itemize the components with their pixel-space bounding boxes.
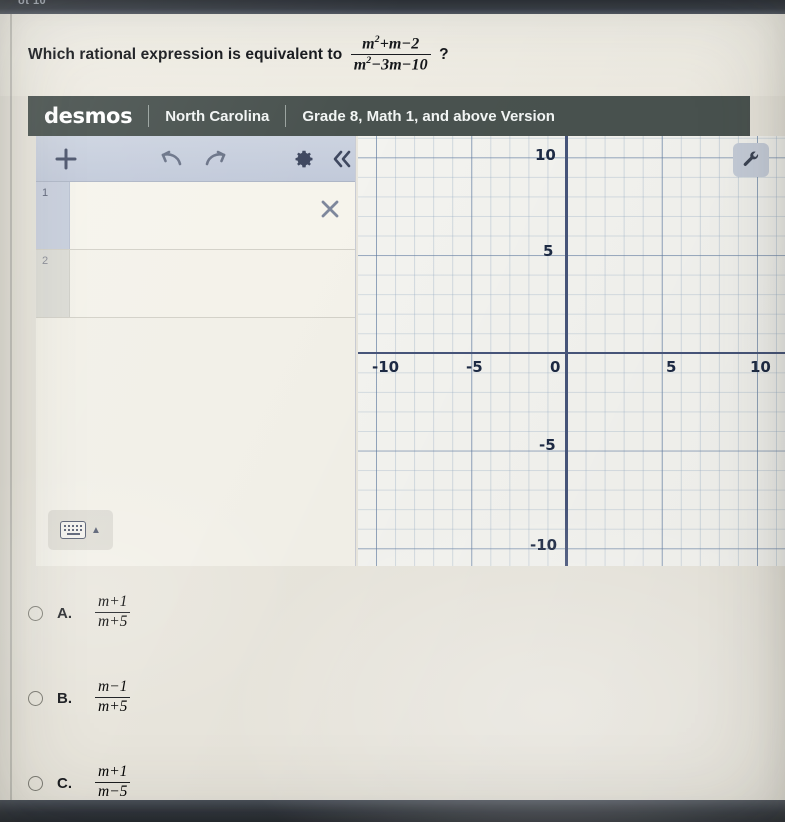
keyboard-icon <box>60 521 87 539</box>
y-axis <box>565 136 568 566</box>
origin-label: 0 <box>550 358 561 376</box>
expression-input[interactable] <box>70 182 355 249</box>
double-chevron-left-icon[interactable] <box>329 145 355 173</box>
close-x-icon[interactable] <box>319 198 341 220</box>
desmos-version-label: Grade 8, Math 1, and above Version <box>302 107 555 125</box>
question-prompt-suffix: ? <box>439 46 449 64</box>
choice-numerator: m+1 <box>98 592 128 610</box>
y-tick-label: 10 <box>535 146 556 164</box>
choice-option-b[interactable]: B. m−1 m+5 <box>28 670 134 726</box>
expression-panel: 1 2 <box>36 136 356 566</box>
wrench-icon[interactable] <box>733 143 769 177</box>
choice-letter: A. <box>57 604 72 622</box>
header-divider-1 <box>148 105 150 127</box>
undo-arrow-icon[interactable] <box>156 145 186 173</box>
redo-arrow-icon[interactable] <box>201 145 231 173</box>
x-tick-label: 5 <box>666 358 677 376</box>
question-prompt-prefix: Which rational expression is equivalent … <box>28 46 343 64</box>
question-denominator: m2−3m−10 <box>350 53 431 74</box>
choice-fraction: m+1 m+5 <box>95 592 131 631</box>
choice-fraction: m−1 m+5 <box>95 677 131 716</box>
radio-button[interactable] <box>28 690 43 706</box>
choice-denominator: m−5 <box>95 781 131 801</box>
y-tick-label: -5 <box>539 436 556 454</box>
choice-option-a[interactable]: A. m+1 m+5 <box>28 585 134 641</box>
choice-fraction: m+1 m−5 <box>95 762 131 801</box>
header-divider-2 <box>285 105 287 127</box>
x-tick-label: -5 <box>466 358 483 376</box>
top-bezel-text: ot 10 <box>18 0 47 7</box>
desmos-logo: desmos <box>44 104 133 128</box>
page-rule-line <box>10 14 12 800</box>
choice-numerator: m+1 <box>98 762 128 780</box>
expression-row[interactable]: 1 <box>36 182 355 250</box>
expression-input[interactable] <box>70 250 355 317</box>
question-numerator: m2+m−2 <box>362 33 420 53</box>
grid-major <box>358 136 785 566</box>
expression-row-index: 1 <box>36 182 70 249</box>
desmos-header-bar: desmos North Carolina Grade 8, Math 1, a… <box>28 96 750 136</box>
x-tick-label: 10 <box>750 358 771 376</box>
screenshot-root: ot 10 Which rational expression is equiv… <box>0 0 785 822</box>
y-tick-label: -10 <box>530 536 558 554</box>
top-bezel-strip: ot 10 <box>0 0 785 14</box>
choice-letter: C. <box>57 774 72 792</box>
expression-row-index: 2 <box>36 250 70 317</box>
question-stem: Which rational expression is equivalent … <box>0 14 785 96</box>
question-text: Which rational expression is equivalent … <box>28 33 449 74</box>
desmos-state-label: North Carolina <box>165 107 270 125</box>
x-tick-label: -10 <box>372 358 400 376</box>
x-axis <box>358 352 785 355</box>
bottom-bezel-strip <box>0 800 785 822</box>
keypad-toggle-button[interactable]: ▲ <box>48 510 113 550</box>
choice-numerator: m−1 <box>98 677 128 695</box>
answer-choices: A. m+1 m+5 B. m−1 m+5 C. m+1 m−5 <box>0 575 785 800</box>
expression-row[interactable]: 2 <box>36 250 355 318</box>
choice-denominator: m+5 <box>95 611 131 631</box>
radio-button[interactable] <box>28 605 43 621</box>
keypad-chevron-up-icon: ▲ <box>91 524 101 536</box>
question-expression-fraction: m2+m−2 m2−3m−10 <box>350 33 431 74</box>
gear-icon[interactable] <box>291 146 317 172</box>
radio-button[interactable] <box>28 775 43 791</box>
plus-icon[interactable] <box>50 143 82 175</box>
desmos-calculator-widget: desmos North Carolina Grade 8, Math 1, a… <box>28 96 785 566</box>
choice-letter: B. <box>57 689 72 707</box>
y-tick-label: 5 <box>543 242 554 260</box>
calculator-toolbar <box>36 136 355 182</box>
graph-canvas[interactable]: -10 -5 0 5 10 10 5 -5 -10 <box>358 136 785 566</box>
choice-denominator: m+5 <box>95 696 131 716</box>
